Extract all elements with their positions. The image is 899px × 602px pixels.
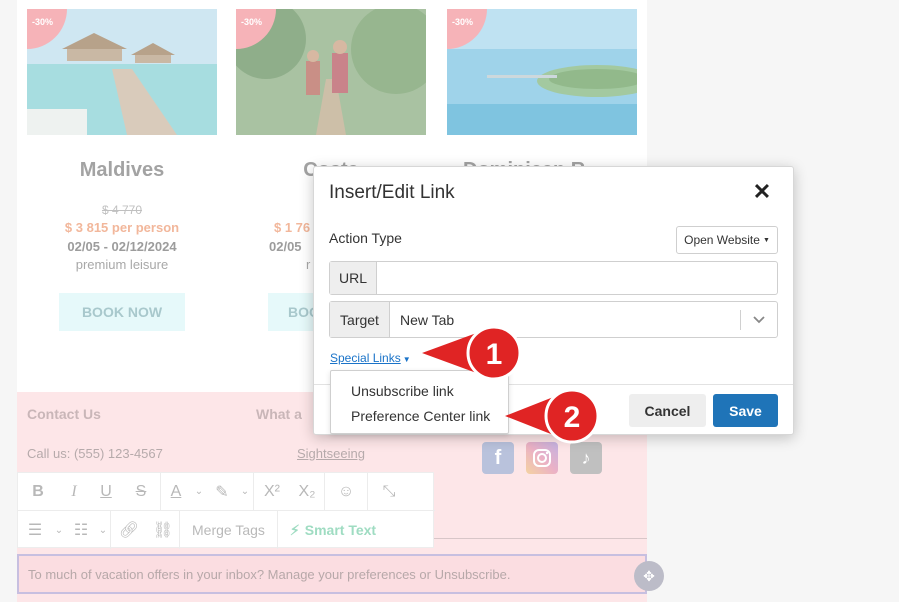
bullet-list-icon[interactable]: ☰ [18,511,52,549]
italic-icon[interactable]: I [58,473,90,511]
save-button[interactable]: Save [713,394,778,427]
caret-down-icon: ▼ [762,236,770,244]
price: $ 3 815 per person [64,220,180,235]
special-links-toggle[interactable]: Special Links ▼ [330,351,411,365]
url-input[interactable] [377,262,777,294]
offer-card-maldives[interactable]: -30% Maldives $ 4 770 $ 3 815 per person… [27,9,217,331]
chevron-down-icon[interactable]: ⌄ [96,511,110,549]
toolbar-row-formatting: B I U S A ⌄ ✎ ⌄ X² X₂ ☺ ⤡ [18,472,435,511]
callout-1-label: 1 [486,338,503,371]
emoji-icon[interactable]: ☺ [325,473,367,511]
target-select-group[interactable]: Target New Tab [329,301,778,338]
toolbar-row-insert: ☰ ⌄ ☷ ⌄ 🔗︎ ⛓︎ Merge Tags ⚡︎ Smart Text [18,511,435,549]
unsubscribe-link-option[interactable]: Unsubscribe link [351,383,454,399]
close-icon[interactable]: ✕ [751,181,773,203]
clear-format-icon[interactable]: ⤡ [368,473,410,511]
smart-text-label: Smart Text [304,522,377,538]
phone-text: Call us: (555) 123-4567 [27,446,163,461]
tiktok-icon[interactable]: ♪ [570,442,602,474]
action-type-value: Open Website [684,233,760,247]
contact-title: Contact Us [27,406,101,422]
old-price: $ 4 770 [101,203,143,217]
cancel-button[interactable]: Cancel [629,394,706,427]
strikethrough-icon[interactable]: S [122,473,160,511]
action-type-label: Action Type [329,230,402,246]
facebook-icon[interactable]: f [482,442,514,474]
callout-1-arrow: 1 [422,325,522,381]
magic-wand-icon: ⚡︎ [289,521,300,538]
footer-divider [434,538,647,539]
card-tag: premium leisure [75,257,169,272]
bold-icon[interactable]: B [18,473,58,511]
caret-down-icon: ▼ [402,355,411,364]
card-photo: -30% [27,9,217,135]
smart-text-button[interactable]: ⚡︎ Smart Text [278,511,388,549]
dates: 02/05 - 02/12/2024 [67,239,177,254]
text-editor-toolbar: B I U S A ⌄ ✎ ⌄ X² X₂ ☺ ⤡ ☰ ⌄ ☷ ⌄ 🔗︎ ⛓︎ … [17,472,435,549]
chevron-down-icon[interactable] [741,302,777,337]
special-links-label: Special Links [330,351,401,365]
underline-icon[interactable]: U [90,473,122,511]
unlink-icon[interactable]: ⛓︎ [147,511,179,549]
numbered-list-icon[interactable]: ☷ [66,511,96,549]
highlight-icon[interactable]: ✎ [207,473,237,511]
merge-tags-button[interactable]: Merge Tags [180,511,277,549]
preference-center-link-option[interactable]: Preference Center link [351,408,490,424]
action-type-dropdown[interactable]: Open Website ▼ [676,226,778,254]
book-now-button[interactable]: BOOK NOW [59,293,185,331]
superscript-icon[interactable]: X² [254,473,290,511]
link-icon[interactable]: 🔗︎ [111,511,147,549]
text-color-icon[interactable]: A [161,473,191,511]
dialog-title: Insert/Edit Link [329,182,455,203]
chevron-down-icon[interactable]: ⌄ [52,511,66,549]
unsubscribe-text-block[interactable]: To much of vacation offers in your inbox… [17,554,647,594]
sightseeing-link[interactable]: Sightseeing [297,446,365,461]
url-label: URL [330,262,377,294]
what-title: What a [256,406,302,422]
subscript-icon[interactable]: X₂ [290,473,324,511]
card-photo: -30% [226,0,441,135]
url-input-group: URL [329,261,778,295]
chevron-down-icon[interactable]: ⌄ [237,473,253,511]
callout-2-label: 2 [564,401,581,434]
callout-2-arrow: 2 [505,388,600,444]
move-icon[interactable]: ✥ [634,561,664,591]
target-label: Target [330,302,390,337]
card-photo: -30% [447,9,647,135]
card-title: Maldives [79,159,165,181]
instagram-icon[interactable] [526,442,558,474]
offer-card-dominican[interactable]: -30% Dominican R [447,9,647,182]
chevron-down-icon[interactable]: ⌄ [191,473,207,511]
